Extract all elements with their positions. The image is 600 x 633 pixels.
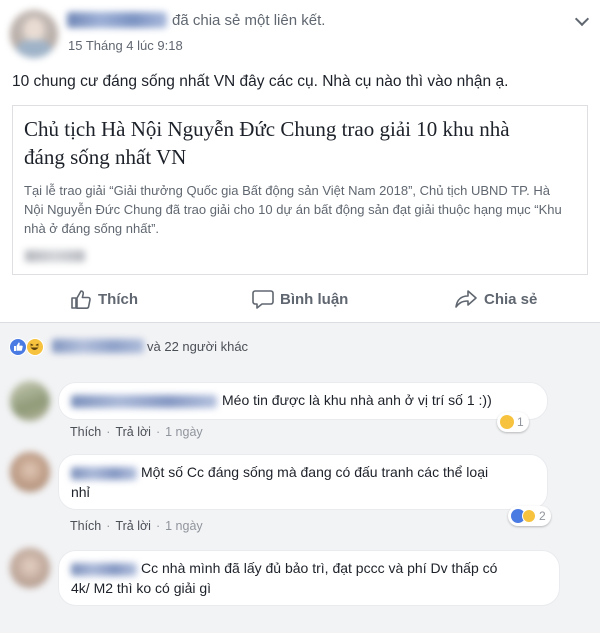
haha-reaction-icon[interactable] — [26, 338, 44, 356]
author-name-redacted[interactable] — [67, 12, 167, 28]
comment-button-label: Bình luận — [280, 290, 349, 308]
commenter-name-redacted[interactable] — [71, 395, 217, 408]
reaction-count: 1 — [517, 415, 524, 429]
like-button-label: Thích — [98, 290, 138, 308]
comment-avatar[interactable] — [10, 381, 50, 421]
author-avatar[interactable] — [10, 10, 58, 58]
haha-icon — [522, 509, 536, 523]
post-timestamp[interactable]: 15 Tháng 4 lúc 9:18 — [68, 38, 183, 54]
reactors-count-text[interactable]: và 22 người khác — [147, 339, 248, 355]
like-reaction-icon[interactable] — [9, 338, 27, 356]
like-button[interactable]: Thích — [70, 284, 138, 314]
link-domain-redacted — [25, 250, 85, 262]
share-button-label: Chia sẻ — [484, 290, 538, 308]
comment-bubble: Một số Cc đáng sống mà đang có đấu tranh… — [58, 454, 548, 510]
link-description: Tại lễ trao giải “Giải thưởng Quốc gia B… — [24, 183, 562, 236]
comment-reaction-count[interactable]: 1 — [497, 412, 529, 432]
comment-text: Một số Cc đáng sống mà đang có đấu tranh… — [141, 464, 489, 480]
comment-reaction-count[interactable]: 2 — [508, 506, 551, 526]
commenter-name-redacted[interactable] — [71, 563, 137, 576]
comment-reply-link[interactable]: Trả lời — [115, 519, 151, 533]
reactors-names-redacted[interactable] — [52, 339, 144, 353]
reaction-count: 2 — [539, 509, 546, 523]
post-options-chevron-icon[interactable] — [572, 10, 592, 26]
comment-text: Cc nhà mình đã lấy đủ bảo trì, đạt pccc … — [141, 560, 498, 576]
comment-meta: Thích · Trả lời · 1 ngày — [70, 425, 203, 439]
comment-like-link[interactable]: Thích — [70, 425, 101, 439]
comment-avatar[interactable] — [10, 548, 50, 588]
post-text: 10 chung cư đáng sống nhất VN đây các cụ… — [12, 73, 509, 90]
comment-text-line-2: nhỉ — [71, 484, 90, 500]
comment-time[interactable]: 1 ngày — [165, 519, 203, 533]
thumbs-up-icon — [71, 290, 91, 309]
comment-meta: Thích · Trả lời · 1 ngày — [70, 519, 203, 533]
comment-like-link[interactable]: Thích — [70, 519, 101, 533]
comment-bubble: Cc nhà mình đã lấy đủ bảo trì, đạt pccc … — [58, 550, 560, 606]
post-action-bar: Thích Bình luận Chia sẻ — [0, 284, 600, 314]
share-button[interactable]: Chia sẻ — [454, 284, 537, 314]
commenter-name-redacted[interactable] — [71, 467, 137, 480]
share-arrow-icon — [455, 290, 477, 308]
comment-avatar[interactable] — [10, 452, 50, 492]
link-title[interactable]: Chủ tịch Hà Nội Nguyễn Đức Chung trao gi… — [24, 115, 554, 171]
comment-text: Méo tin được là khu nhà anh ở vị trí số … — [222, 392, 492, 408]
comment-bubble: Méo tin được là khu nhà anh ở vị trí số … — [58, 382, 548, 420]
comment-time[interactable]: 1 ngày — [165, 425, 203, 439]
post-action-text: đã chia sẻ một liên kết. — [172, 12, 326, 29]
speech-bubble-icon — [252, 290, 274, 309]
link-preview-card[interactable]: Chủ tịch Hà Nội Nguyễn Đức Chung trao gi… — [12, 105, 588, 275]
comment-button[interactable]: Bình luận — [252, 284, 348, 314]
comment-text-line-2: 4k/ M2 thì ko có giải gì — [71, 580, 212, 596]
haha-icon — [500, 415, 514, 429]
comment-reply-link[interactable]: Trả lời — [115, 425, 151, 439]
